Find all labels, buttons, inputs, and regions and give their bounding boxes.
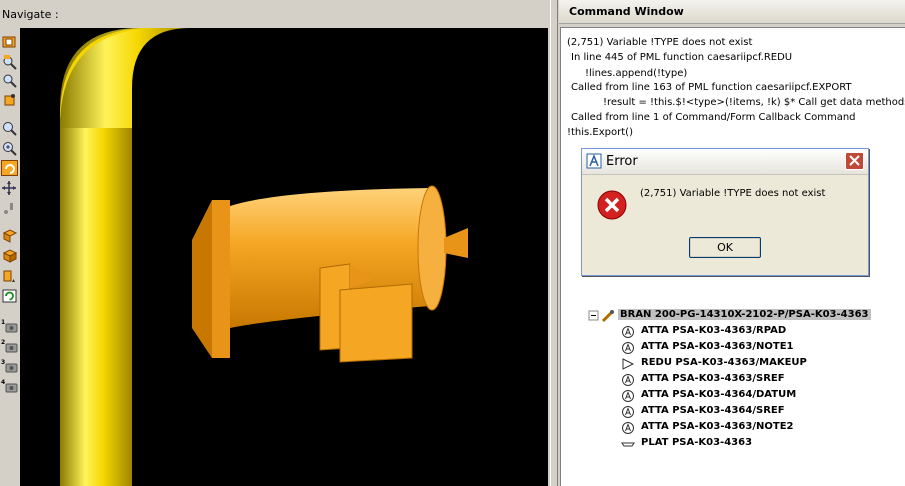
camera-2-number: 2: [1, 339, 5, 346]
error-icon: [596, 189, 628, 221]
error-dialog: Error (2,751) Variable !TYPE does not ex…: [581, 148, 869, 276]
camera-4-icon[interactable]: 4: [1, 378, 18, 394]
plate-icon: [621, 437, 635, 451]
hierarchy-tree: BRAN 200-PG-14310X-2102-P/PSA-K03-4363 A…: [587, 308, 905, 478]
cmd-line: Called from line 1 of Command/Form Callb…: [571, 112, 856, 123]
move-icon[interactable]: [1, 200, 18, 216]
camera-1-icon[interactable]: 1: [1, 318, 18, 334]
error-dialog-titlebar[interactable]: Error: [582, 149, 868, 175]
cmd-line: !result = !this.$!<type>(!items, !k) $* …: [603, 97, 905, 108]
command-window-title: Command Window: [569, 5, 684, 18]
collapse-icon[interactable]: [587, 309, 601, 323]
tree-item-label: ATTA PSA-K03-4363/SREF: [641, 373, 785, 384]
branch-icon: [601, 309, 615, 323]
zoom-window-icon[interactable]: [1, 34, 18, 50]
camera-3-icon[interactable]: 3: [1, 358, 18, 374]
walk-icon[interactable]: [1, 92, 18, 108]
cmd-line: !lines.append(!type): [585, 68, 688, 79]
zoom-out-icon[interactable]: [1, 72, 18, 88]
ok-button[interactable]: OK: [689, 237, 761, 258]
magnify-plus-icon[interactable]: [1, 140, 18, 156]
view-toolbar: 1 2 3 4: [0, 28, 20, 486]
tree-root-label: BRAN 200-PG-14310X-2102-P/PSA-K03-4363: [618, 309, 871, 320]
camera-3-number: 3: [1, 359, 5, 366]
error-dialog-title: Error: [606, 154, 638, 169]
zoom-in-icon[interactable]: [1, 54, 18, 70]
design-viewer-panel: Navigate : 1 2 3 4: [0, 0, 550, 486]
rotate-icon[interactable]: [1, 160, 18, 176]
refresh-icon[interactable]: [1, 288, 18, 304]
close-icon: [849, 155, 860, 166]
view-iso-icon[interactable]: [1, 248, 18, 264]
attachment-icon: [621, 325, 635, 339]
tree-item-label: ATTA PSA-K03-4364/DATUM: [641, 389, 797, 400]
close-button[interactable]: [845, 152, 864, 170]
pan-icon[interactable]: [1, 180, 18, 196]
camera-4-number: 4: [1, 379, 5, 386]
attachment-icon: [621, 389, 635, 403]
cmd-line: In line 445 of PML function caesariipcf.…: [571, 52, 793, 63]
camera-2-icon[interactable]: 2: [1, 338, 18, 354]
app-icon: [586, 153, 602, 169]
command-window-output[interactable]: (2,751) Variable !TYPE does not exist In…: [560, 27, 905, 486]
magnify-icon[interactable]: [1, 120, 18, 136]
attachment-icon: [621, 405, 635, 419]
3d-viewport[interactable]: [20, 28, 548, 486]
reducer-icon: [621, 357, 635, 371]
cmd-line: (2,751) Variable !TYPE does not exist: [567, 37, 753, 48]
view-direction-icon[interactable]: [1, 228, 18, 244]
view-plan-icon[interactable]: [1, 268, 18, 284]
cmd-line: !this.Export(): [567, 127, 633, 138]
tree-item-label: ATTA PSA-K03-4363/RPAD: [641, 325, 787, 336]
panel-splitter[interactable]: [550, 0, 558, 486]
tree-item-label: ATTA PSA-K03-4363/NOTE2: [641, 421, 794, 432]
tree-item-label: PLAT PSA-K03-4363: [641, 437, 753, 448]
attachment-icon: [621, 341, 635, 355]
command-window-header: Command Window: [559, 0, 905, 24]
camera-1-number: 1: [1, 319, 5, 326]
tree-item-label: REDU PSA-K03-4363/MAKEUP: [641, 357, 807, 368]
tree-item-label: ATTA PSA-K03-4363/NOTE1: [641, 341, 794, 352]
attachment-icon: [621, 421, 635, 435]
error-message: (2,751) Variable !TYPE does not exist: [640, 188, 826, 199]
cmd-line: Called from line 163 of PML function cae…: [571, 82, 852, 93]
attachment-icon: [621, 373, 635, 387]
tree-item-label: ATTA PSA-K03-4364/SREF: [641, 405, 785, 416]
navigate-label: Navigate :: [2, 8, 59, 21]
